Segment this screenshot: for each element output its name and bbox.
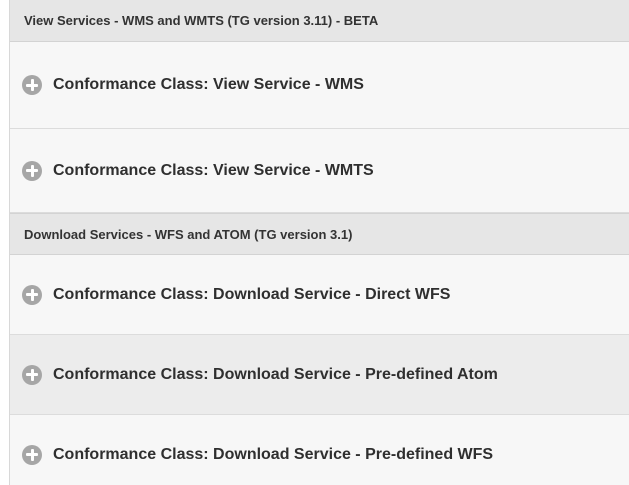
row-label: Conformance Class: View Service - WMTS <box>53 161 374 179</box>
plus-circle-icon[interactable] <box>22 364 42 385</box>
row-label: Conformance Class: Download Service - Pr… <box>53 445 494 463</box>
row-label: Conformance Class: View Service - WMS <box>53 76 364 93</box>
conformance-class-download-direct-wfs[interactable]: Conformance Class: Download Service - Di… <box>10 255 629 335</box>
conformance-class-download-predefined-atom[interactable]: Conformance Class: Download Service - Pr… <box>10 335 629 415</box>
plus-circle-icon[interactable] <box>22 444 42 465</box>
section-title: Download Services - WFS and ATOM (TG ver… <box>24 226 353 242</box>
row-label: Conformance Class: Download Service - Pr… <box>53 365 498 383</box>
conformance-class-download-predefined-wfs[interactable]: Conformance Class: Download Service - Pr… <box>10 415 629 485</box>
section-header-view-services: View Services - WMS and WMTS (TG version… <box>10 0 629 42</box>
plus-circle-icon[interactable] <box>22 284 42 305</box>
plus-circle-icon[interactable] <box>22 75 42 95</box>
row-label: Conformance Class: Download Service - Di… <box>53 285 451 303</box>
conformance-panel: View Services - WMS and WMTS (TG version… <box>9 0 629 485</box>
section-title: View Services - WMS and WMTS (TG version… <box>24 13 379 28</box>
plus-circle-icon[interactable] <box>22 160 42 181</box>
conformance-class-view-wmts[interactable]: Conformance Class: View Service - WMTS <box>10 129 629 213</box>
conformance-class-view-wms[interactable]: Conformance Class: View Service - WMS <box>10 42 629 129</box>
test-selection-list: View Services - WMS and WMTS (TG version… <box>0 0 629 485</box>
section-header-download-services: Download Services - WFS and ATOM (TG ver… <box>10 213 629 255</box>
